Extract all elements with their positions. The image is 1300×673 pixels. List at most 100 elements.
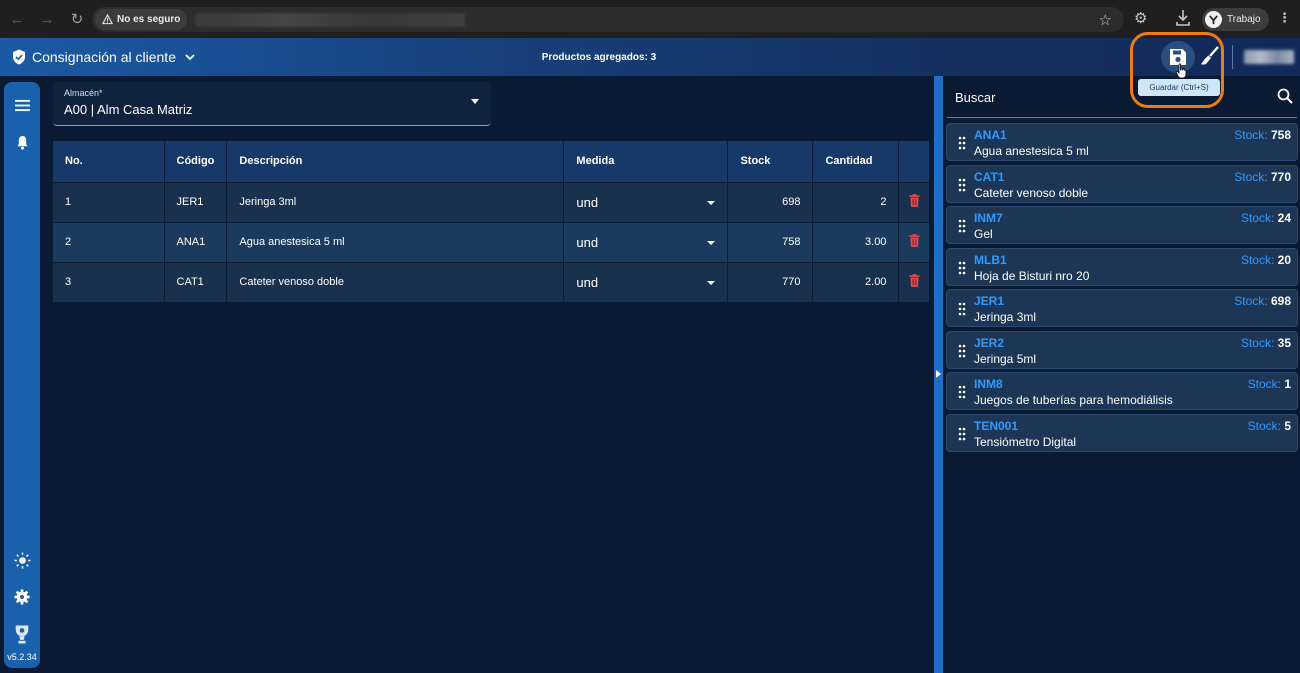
warehouse-select[interactable]: Almacén* A00 | Alm Casa Matriz (53, 82, 491, 126)
brightness-icon[interactable] (13, 551, 31, 569)
stock-value: 758 (1270, 128, 1291, 142)
table-row[interactable]: 2 ANA1 Agua anestesica 5 ml und 758 3.00 (53, 221, 929, 262)
cell-descripcion: Cateter venoso doble (226, 261, 565, 302)
collapse-arrow-icon[interactable] (936, 370, 941, 378)
warehouse-value: A00 | Alm Casa Matriz (64, 102, 193, 117)
caret-down-icon (707, 200, 716, 205)
user-name-redacted[interactable] (1244, 50, 1294, 64)
security-chip[interactable]: No es seguro (95, 9, 188, 30)
product-code: INM7 (974, 211, 1003, 225)
trash-icon (909, 194, 920, 207)
stock-value: 770 (1270, 169, 1291, 184)
security-label: No es seguro (117, 14, 181, 25)
stock-prefix: Stock: (1240, 211, 1275, 225)
quantity-input[interactable]: 2 (812, 181, 900, 222)
profile-chip[interactable]: Trabajo (1202, 8, 1269, 31)
product-card[interactable]: ANA1 Agua anestesica 5 ml Stock: 758 (946, 123, 1298, 161)
delete-row-button[interactable] (898, 221, 929, 262)
bell-icon[interactable] (13, 133, 31, 151)
product-card[interactable]: CAT1 Cateter venoso doble Stock: 770 (946, 164, 1298, 203)
caret-down-icon (471, 99, 479, 104)
col-descripcion[interactable]: Descripción (226, 141, 565, 182)
stock-prefix: Stock: (1247, 418, 1281, 433)
product-stock: Stock: 770 (1234, 170, 1291, 184)
browser-toolbar: ← → ↻ No es seguro ☆ ⚙ Trabajo ⋮ (0, 0, 1300, 38)
drag-handle-icon[interactable] (958, 219, 966, 233)
drag-handle-icon[interactable] (958, 261, 966, 275)
product-code: TEN001 (974, 418, 1019, 433)
product-stock: Stock: 758 (1234, 128, 1291, 142)
table-row[interactable]: 1 JER1 Jeringa 3ml und 698 2 (53, 181, 929, 222)
product-description: Agua anestesica 5 ml (974, 144, 1089, 158)
settings-gear-icon[interactable] (13, 588, 31, 606)
delete-row-button[interactable] (898, 261, 929, 302)
col-codigo[interactable]: Código (164, 141, 228, 182)
trash-icon (909, 234, 920, 247)
drag-handle-icon[interactable] (958, 136, 966, 150)
left-sidebar: v5.2.34 (4, 82, 40, 668)
download-icon[interactable] (1174, 8, 1192, 28)
cell-codigo: JER1 (164, 181, 228, 222)
drag-handle-icon[interactable] (958, 302, 966, 316)
drag-handle-icon[interactable] (958, 385, 966, 399)
col-medida[interactable]: Medida (563, 141, 729, 182)
header-divider (1232, 45, 1233, 69)
hand-cursor-icon (1175, 63, 1187, 79)
product-code: ANA1 (974, 128, 1007, 142)
product-stock: Stock: 20 (1241, 253, 1291, 267)
address-bar[interactable]: No es seguro ☆ (92, 7, 1124, 32)
medida-value: und (576, 234, 599, 250)
cell-no: 3 (53, 261, 165, 302)
stock-value: 20 (1277, 252, 1291, 267)
product-stock: Stock: 35 (1241, 336, 1291, 350)
product-code: JER2 (974, 335, 1005, 350)
delete-row-button[interactable] (898, 181, 929, 222)
drag-handle-icon[interactable] (958, 178, 966, 192)
medida-select[interactable]: und (563, 261, 729, 302)
stock-prefix: Stock: (1240, 335, 1275, 350)
cell-stock: 770 (727, 261, 814, 302)
menu-icon[interactable] (13, 96, 31, 114)
quantity-input[interactable]: 3.00 (812, 221, 900, 262)
col-cantidad[interactable]: Cantidad (812, 141, 900, 182)
forward-icon[interactable]: → (34, 6, 60, 32)
reload-icon[interactable]: ↻ (64, 6, 90, 32)
trash-icon (909, 274, 920, 288)
medida-select[interactable]: und (563, 181, 729, 222)
medida-value: und (576, 194, 599, 210)
stock-prefix: Stock: (1234, 294, 1268, 308)
product-card[interactable]: INM7 Gel Stock: 24 (946, 206, 1298, 244)
search-icon[interactable] (1277, 88, 1293, 104)
products-added-count: Productos agregados: 3 (541, 52, 657, 63)
product-card[interactable]: TEN001 Tensiómetro Digital Stock: 5 (946, 413, 1298, 452)
back-icon[interactable]: ← (4, 6, 30, 32)
browser-menu-icon[interactable]: ⋮ (1278, 10, 1291, 26)
bookmark-star-icon[interactable]: ☆ (1099, 11, 1112, 29)
caret-down-icon (707, 280, 716, 285)
cell-no: 2 (53, 221, 165, 262)
stock-prefix: Stock: (1234, 128, 1268, 142)
cell-codigo: ANA1 (164, 221, 228, 262)
product-card[interactable]: JER1 Jeringa 3ml Stock: 698 (946, 289, 1298, 327)
product-code: MLB1 (974, 252, 1007, 267)
col-stock[interactable]: Stock (727, 141, 814, 182)
drag-handle-icon[interactable] (958, 344, 966, 358)
col-no[interactable]: No. (53, 141, 165, 182)
product-card[interactable]: JER2 Jeringa 5ml Stock: 35 (946, 330, 1298, 369)
cell-codigo: CAT1 (164, 261, 228, 302)
medida-select[interactable]: und (563, 221, 729, 262)
stock-value: 24 (1277, 211, 1291, 225)
drag-handle-icon[interactable] (958, 427, 966, 441)
search-input[interactable]: Buscar (947, 80, 1297, 118)
quantity-input[interactable]: 2.00 (812, 261, 900, 302)
products-table: No. Código Descripción Medida Stock Cant… (53, 141, 929, 302)
caret-down-icon (707, 240, 716, 245)
product-card[interactable]: MLB1 Hoja de Bisturi nro 20 Stock: 20 (946, 247, 1298, 286)
stock-value: 35 (1277, 335, 1291, 350)
product-code: INM8 (974, 377, 1003, 391)
table-row[interactable]: 3 CAT1 Cateter venoso doble und 770 2.00 (53, 261, 929, 302)
extensions-icon[interactable]: ⚙ (1134, 9, 1147, 27)
product-card[interactable]: INM8 Juegos de tuberías para hemodiálisi… (946, 372, 1298, 410)
product-description: Jeringa 5ml (974, 351, 1037, 366)
product-stock: Stock: 24 (1241, 211, 1291, 225)
